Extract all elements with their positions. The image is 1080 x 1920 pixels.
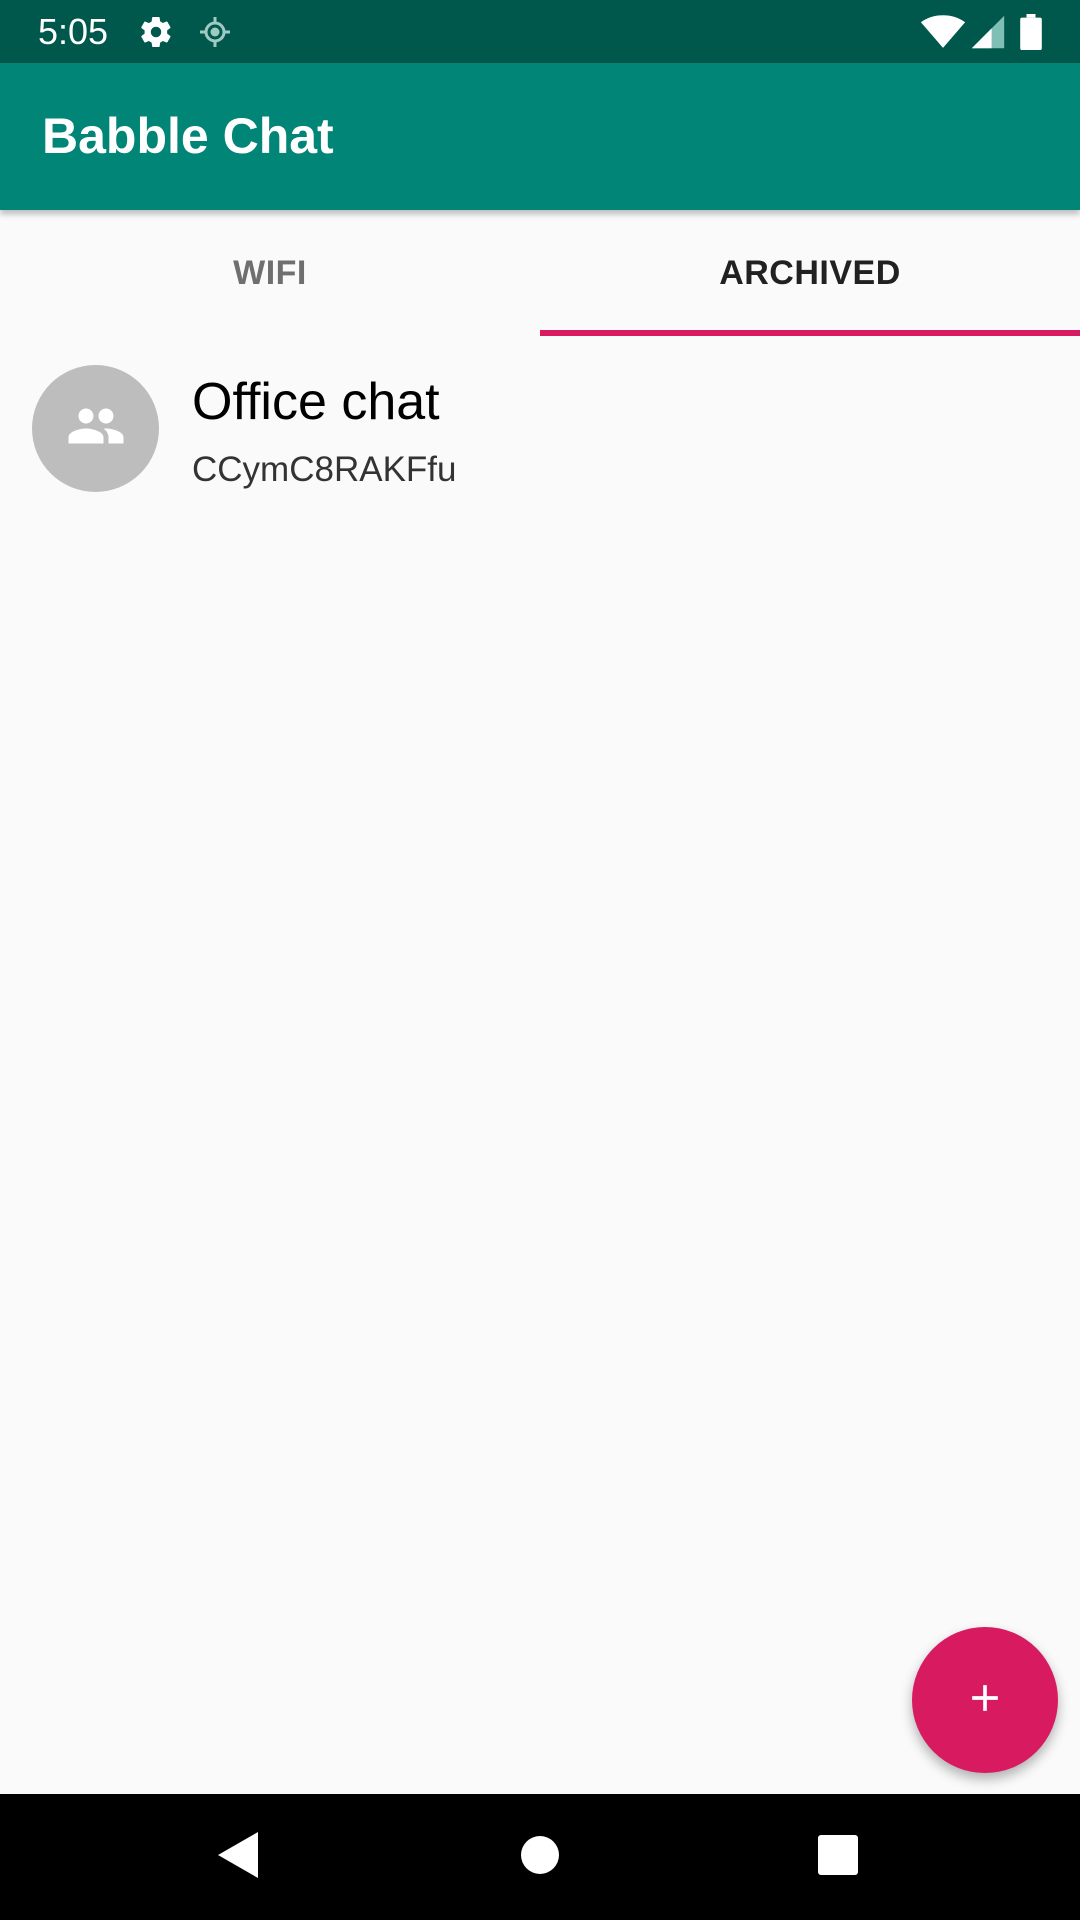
tab-archived[interactable]: ARCHIVED [540, 210, 1080, 336]
signal-icon [970, 14, 1006, 50]
home-icon [520, 1835, 560, 1880]
gear-icon [138, 14, 174, 50]
status-time: 5:05 [38, 11, 109, 52]
back-button[interactable] [208, 1827, 268, 1887]
screen: 5:05 Babble Chat WIFI ARCHIVED Office ch… [0, 0, 1080, 1920]
tab-wifi[interactable]: WIFI [0, 210, 540, 336]
tab-bar: WIFI ARCHIVED [0, 210, 1080, 336]
chat-list-item[interactable]: Office chat CCymC8RAKFfu [0, 336, 1080, 520]
recents-button[interactable] [808, 1827, 868, 1887]
app-title: Babble Chat [42, 108, 334, 164]
back-icon [216, 1830, 260, 1885]
group-icon [66, 396, 126, 461]
plus-icon [963, 1676, 1007, 1725]
wifi-icon [920, 14, 966, 50]
home-button[interactable] [510, 1827, 570, 1887]
chat-name: Office chat [192, 373, 440, 431]
navigation-bar [0, 1794, 1080, 1920]
battery-icon [1018, 14, 1044, 51]
avatar [32, 365, 159, 492]
chat-id: CCymC8RAKFfu [192, 450, 457, 489]
recents-icon [817, 1834, 859, 1881]
status-bar: 5:05 [0, 0, 1080, 63]
add-chat-button[interactable] [912, 1627, 1058, 1773]
location-icon [197, 14, 233, 50]
app-bar: Babble Chat [0, 63, 1080, 210]
